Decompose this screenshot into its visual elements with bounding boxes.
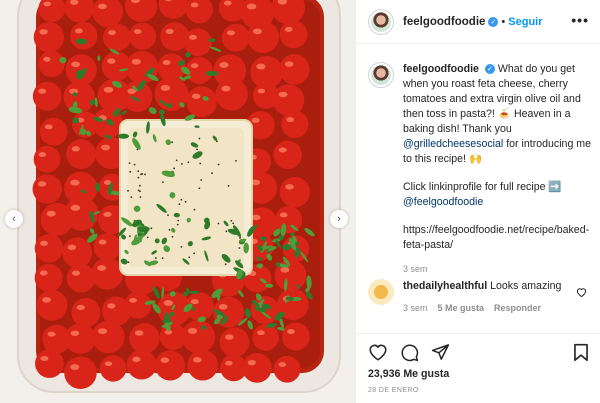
caption-recipe-text: Click linkinprofile for full recipe ➡️: [403, 181, 562, 193]
carousel-prev-button[interactable]: ‹: [5, 210, 23, 228]
verified-badge-icon: ✓: [484, 64, 495, 75]
more-options-icon[interactable]: •••: [571, 12, 589, 28]
caption-author-avatar[interactable]: [368, 62, 394, 88]
chevron-right-icon: ›: [337, 212, 341, 225]
comment-item: thedailyhealthful Looks amazing 3 sem 5 …: [368, 279, 593, 315]
comment-text: Looks amazing: [490, 280, 562, 292]
carousel-next-button[interactable]: ›: [330, 210, 348, 228]
caption-timestamp[interactable]: 3 sem: [403, 262, 591, 277]
comment-bubble-icon[interactable]: [400, 343, 419, 362]
like-heart-icon[interactable]: [368, 343, 388, 362]
follow-button[interactable]: Seguir: [508, 16, 542, 28]
post-caption: feelgoodfoodie ✓ What do you get when yo…: [368, 62, 593, 277]
author-username[interactable]: feelgoodfoodie: [403, 16, 485, 28]
likes-count[interactable]: 23,936 Me gusta: [368, 368, 449, 380]
post-image[interactable]: ‹ ›: [0, 0, 355, 403]
caption-username[interactable]: feelgoodfoodie: [403, 63, 479, 75]
comment-like-heart-icon[interactable]: [576, 287, 587, 300]
mention-link[interactable]: @grilledcheesesocial: [403, 138, 503, 150]
verified-badge-icon: ✓: [488, 16, 499, 27]
chevron-left-icon: ‹: [12, 212, 16, 225]
save-bookmark-icon[interactable]: [573, 343, 589, 362]
commenter-username[interactable]: thedailyhealthful: [403, 280, 487, 292]
post-header: feelgoodfoodie ✓ • Seguir •••: [356, 0, 600, 44]
reply-button[interactable]: Responder: [494, 301, 541, 315]
header-separator: •: [501, 15, 506, 28]
commenter-avatar[interactable]: [368, 279, 394, 305]
post-date[interactable]: 28 DE ENERO: [368, 387, 419, 394]
post-actions: 23,936 Me gusta 28 DE ENERO: [356, 333, 600, 403]
baked-feta-pasta-photo: [17, 0, 341, 393]
mention-link-2[interactable]: @feelgoodfoodie: [403, 196, 483, 208]
share-paper-plane-icon[interactable]: [431, 343, 450, 362]
post-panel: feelgoodfoodie ✓ • Seguir ••• feelgoodfo…: [355, 0, 600, 403]
author-avatar[interactable]: [368, 8, 394, 35]
comment-timestamp[interactable]: 3 sem: [403, 301, 428, 315]
recipe-url: https://feelgoodfoodie.net/recipe/baked-…: [403, 224, 590, 251]
comment-likes[interactable]: 5 Me gusta: [438, 301, 485, 315]
